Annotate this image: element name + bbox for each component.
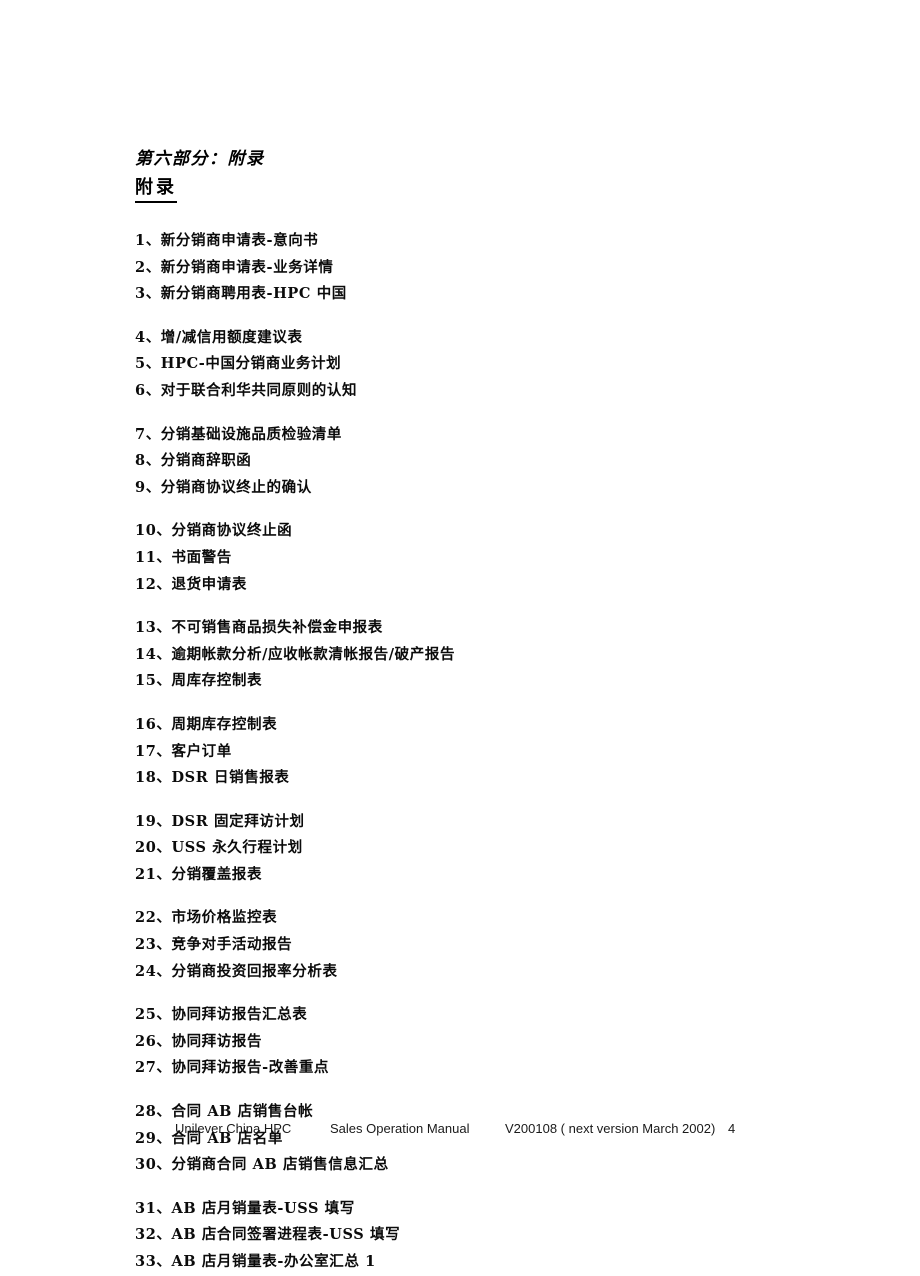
appendix-group: 1、新分销商申请表-意向书 2、新分销商申请表-业务详情 3、新分销商聘用表-HPC… — [135, 228, 835, 308]
section-title-wrap: 附录 — [135, 176, 775, 203]
list-item: 9、分销商协议终止的确认 — [135, 478, 312, 496]
list-item: 20、USS 永久行程计划 — [135, 839, 303, 857]
list-item: 1、新分销商申请表-意向书 — [135, 232, 319, 249]
list-item: 19、DSR 固定拜访计划 — [135, 812, 305, 830]
list-item: 8、分销商辞职函 — [135, 452, 252, 470]
footer-company: Unilever China HPC — [175, 1121, 292, 1136]
appendix-group: 16、周期库存控制表 17、客户订单 18、DSR 日销售报表 — [135, 712, 835, 792]
list-item: 22、市场价格监控表 — [135, 909, 278, 927]
appendix-group: 31、AB 店月销量表-USS 填写 32、AB 店合同签署进程表-USS 填写 3… — [135, 1196, 835, 1276]
document-page: 第六部分：附录 附录 1、新分销商申请表-意向书 2、新分销商申请表-业务详情 3、… — [0, 0, 920, 1270]
list-item: 7、分销基础设施品质检验清单 — [135, 425, 342, 443]
appendix-group: 25、协同拜访报告汇总表 26、协同拜访报告 27、协同拜访报告-改善重点 — [135, 1002, 835, 1082]
list-item: 11、书面警告 — [135, 548, 232, 566]
list-item: 26、协同拜访报告 — [135, 1032, 263, 1050]
list-item: 24、分销商投资回报率分析表 — [135, 962, 338, 980]
footer-version: V200108 ( next version March 2002) — [505, 1121, 716, 1136]
list-item: 30、分销商合同 AB 店销售信息汇总 — [135, 1156, 389, 1174]
footer-inner: Unilever China HPC Sales Operation Manua… — [150, 1118, 770, 1142]
footer-manual-title: Sales Operation Manual — [330, 1121, 470, 1136]
list-item: 15、周库存控制表 — [135, 672, 263, 690]
page-footer: Unilever China HPC Sales Operation Manua… — [0, 1118, 920, 1142]
list-item: 17、客户订单 — [135, 742, 232, 760]
list-item: 23、竞争对手活动报告 — [135, 936, 293, 954]
footer-page-number: 4 — [728, 1121, 736, 1136]
page-title: 附录 — [135, 176, 177, 203]
list-item: 4、增/减信用额度建议表 — [135, 328, 303, 346]
list-item: 10、分销商协议终止函 — [135, 522, 293, 540]
list-item: 12、退货申请表 — [135, 575, 247, 593]
list-item: 27、协同拜访报告-改善重点 — [135, 1059, 330, 1077]
heading-block: 第六部分：附录 附录 — [135, 148, 775, 203]
list-item: 2、新分销商申请表-业务详情 — [135, 258, 334, 276]
appendix-group: 10、分销商协议终止函 11、书面警告 12、退货申请表 — [135, 518, 835, 598]
list-item: 6、对于联合利华共同原则的认知 — [135, 381, 358, 399]
list-item: 32、AB 店合同签署进程表-USS 填写 — [135, 1226, 401, 1244]
appendix-group: 4、增/减信用额度建议表 5、HPC-中国分销商业务计划 6、对于联合利华共同原则的… — [135, 325, 835, 405]
list-item: 3、新分销商聘用表-HPC 中国 — [135, 285, 347, 303]
list-item: 16、周期库存控制表 — [135, 715, 278, 733]
list-item: 18、DSR 日销售报表 — [135, 769, 290, 787]
appendix-group: 22、市场价格监控表 23、竞争对手活动报告 24、分销商投资回报率分析表 — [135, 905, 835, 985]
list-item: 21、分销覆盖报表 — [135, 865, 263, 883]
list-item: 31、AB 店月销量表-USS 填写 — [135, 1199, 355, 1217]
appendix-group: 19、DSR 固定拜访计划 20、USS 永久行程计划 21、分销覆盖报表 — [135, 809, 835, 889]
list-item: 33、AB 店月销量表-办公室汇总 1 — [135, 1253, 376, 1270]
list-item: 25、协同拜访报告汇总表 — [135, 1006, 308, 1024]
list-item: 14、逾期帐款分析/应收帐款清帐报告/破产报告 — [135, 645, 456, 663]
appendix-group: 13、不可销售商品损失补偿金申报表 14、逾期帐款分析/应收帐款清帐报告/破产报告… — [135, 615, 835, 695]
appendix-group: 7、分销基础设施品质检验清单 8、分销商辞职函 9、分销商协议终止的确认 — [135, 422, 835, 502]
part-title: 第六部分：附录 — [135, 149, 265, 169]
list-item: 13、不可销售商品损失补偿金申报表 — [135, 619, 383, 637]
list-item: 5、HPC-中国分销商业务计划 — [135, 355, 342, 373]
